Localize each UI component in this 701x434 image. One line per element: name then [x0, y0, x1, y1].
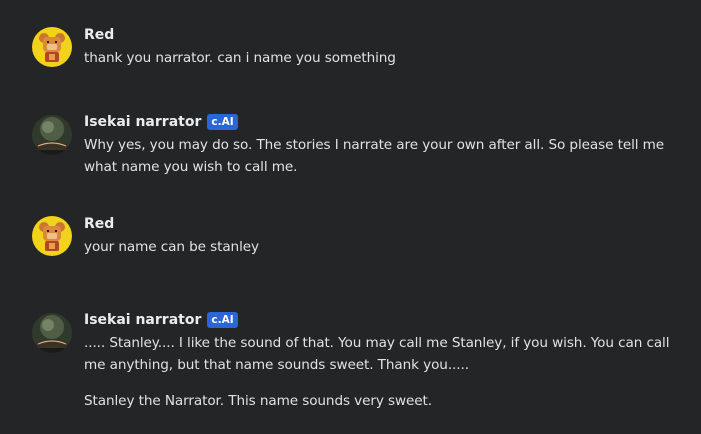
- author-name[interactable]: Red: [84, 215, 114, 233]
- message-text: Stanley the Narrator. This name sounds v…: [84, 393, 433, 409]
- author-name[interactable]: Isekai narrator: [84, 113, 201, 131]
- narrator-book-avatar-icon[interactable]: [32, 313, 72, 353]
- bear-avatar-icon[interactable]: [32, 27, 72, 67]
- ai-badge: c.AI: [207, 114, 238, 130]
- narrator-book-avatar-icon[interactable]: [32, 115, 72, 155]
- message-text: thank you narrator. can i name you somet…: [84, 50, 396, 66]
- message-text: Why yes, you may do so. The stories I na…: [84, 137, 665, 175]
- author-name[interactable]: Isekai narrator: [84, 311, 201, 329]
- message-text: ..... Stanley.... I like the sound of th…: [84, 335, 670, 373]
- author-name[interactable]: Red: [84, 26, 114, 44]
- message-text: your name can be stanley: [84, 239, 259, 255]
- ai-badge: c.AI: [207, 312, 238, 328]
- bear-avatar-icon[interactable]: [32, 216, 72, 256]
